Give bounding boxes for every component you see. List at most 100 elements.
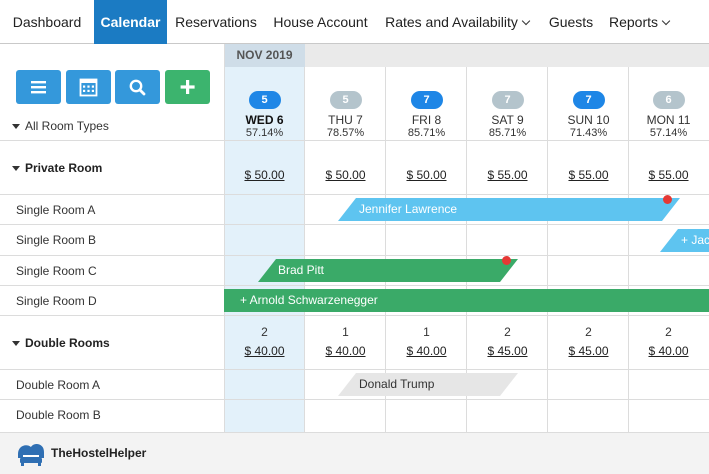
nav-house-account[interactable]: House Account xyxy=(265,0,376,44)
top-navigation: Dashboard Calendar Reservations House Ac… xyxy=(0,0,709,44)
availability-badge: 7 xyxy=(410,91,443,109)
booking-guest-name: + Arnold Schwarzenegger xyxy=(240,293,378,307)
booking-guest-name: Donald Trump xyxy=(359,377,435,391)
rate-price[interactable]: $ 55.00 xyxy=(628,168,709,182)
grid-line xyxy=(0,285,709,286)
grid-line xyxy=(0,140,709,141)
rate-price[interactable]: $ 55.00 xyxy=(467,168,548,182)
calendar-icon xyxy=(79,78,98,97)
grid-line xyxy=(0,369,709,370)
category-double-rooms[interactable]: Double Rooms xyxy=(12,336,110,350)
day-name: THU 7 xyxy=(328,113,363,127)
rate-price[interactable]: $ 50.00 xyxy=(386,168,467,182)
occupancy-percent: 57.14% xyxy=(649,127,688,139)
room-label: Single Room D xyxy=(16,294,97,308)
booking-brad-pitt[interactable]: Brad Pitt xyxy=(258,259,518,282)
availability-badge: 5 xyxy=(248,91,281,109)
availability-badge: 5 xyxy=(329,91,362,109)
grid-line xyxy=(0,224,709,225)
day-name: SUN 10 xyxy=(567,113,610,127)
rate-price[interactable]: $ 45.00 xyxy=(548,344,629,358)
occupancy-percent: 85.71% xyxy=(407,127,446,139)
rate-price[interactable]: $ 40.00 xyxy=(305,344,386,358)
rate-price[interactable]: $ 40.00 xyxy=(628,344,709,358)
rooms-available: 2 xyxy=(261,325,268,339)
occupancy-percent: 57.14% xyxy=(245,127,284,139)
day-header[interactable]: 7 SAT 9 85.71% xyxy=(467,90,548,140)
rate-price[interactable]: $ 50.00 xyxy=(305,168,386,182)
day-name: MON 11 xyxy=(646,113,691,127)
booking-jac[interactable]: + Jac xyxy=(660,229,709,252)
nav-rates-label: Rates and Availability xyxy=(385,14,518,30)
caret-down-icon xyxy=(12,341,20,346)
day-header[interactable]: 7 SUN 10 71.43% xyxy=(548,90,629,140)
room-label: Single Room B xyxy=(16,233,97,247)
month-label: NOV 2019 xyxy=(224,44,305,67)
room-type-filter[interactable]: All Room Types xyxy=(12,119,109,133)
room-label: Single Room C xyxy=(16,264,97,278)
day-name: SAT 9 xyxy=(491,113,524,127)
availability-badge: 6 xyxy=(652,91,685,109)
caret-down-icon xyxy=(12,166,20,171)
day-name: WED 6 xyxy=(245,113,284,127)
booking-guest-name: Brad Pitt xyxy=(278,263,325,277)
nav-calendar[interactable]: Calendar xyxy=(94,0,167,44)
add-booking-button[interactable] xyxy=(165,70,210,104)
booking-jennifer-lawrence[interactable]: Jennifer Lawrence xyxy=(338,198,680,221)
category-label: Private Room xyxy=(25,161,103,175)
day-header[interactable]: 5 THU 7 78.57% xyxy=(305,90,386,140)
day-header[interactable]: 5 WED 6 57.14% xyxy=(224,90,305,140)
rate-price[interactable]: $ 55.00 xyxy=(548,168,629,182)
nav-guests[interactable]: Guests xyxy=(541,0,601,44)
rooms-available: 1 xyxy=(423,325,430,339)
day-name: FRI 8 xyxy=(411,113,442,127)
nav-reservations[interactable]: Reservations xyxy=(167,0,265,44)
search-button[interactable] xyxy=(115,70,160,104)
caret-down-icon xyxy=(12,124,20,129)
availability-badge: 7 xyxy=(491,91,524,109)
booking-guest-name: + Jac xyxy=(681,233,709,247)
brand-name: TheHostelHelper xyxy=(51,446,147,460)
grid-line xyxy=(0,255,709,256)
grid-line xyxy=(0,194,709,195)
occupancy-percent: 71.43% xyxy=(569,127,608,139)
nav-rates-and-availability[interactable]: Rates and Availability xyxy=(376,0,538,44)
hostel-helper-logo-icon xyxy=(18,444,44,466)
room-type-filter-label: All Room Types xyxy=(25,119,109,133)
rate-price[interactable]: $ 45.00 xyxy=(467,344,548,358)
search-icon xyxy=(129,79,146,96)
rooms-available: 2 xyxy=(504,325,511,339)
rate-price[interactable]: $ 40.00 xyxy=(224,344,305,358)
rooms-available: 1 xyxy=(342,325,349,339)
chevron-down-icon xyxy=(661,16,671,26)
category-label: Double Rooms xyxy=(25,336,110,350)
occupancy-percent: 85.71% xyxy=(488,127,527,139)
booking-arnold-schwarzenegger[interactable]: + Arnold Schwarzenegger xyxy=(224,289,709,312)
day-header[interactable]: 6 MON 11 57.14% xyxy=(628,90,709,140)
chevron-down-icon xyxy=(521,16,531,26)
rate-price[interactable]: $ 40.00 xyxy=(386,344,467,358)
room-label: Double Room B xyxy=(16,408,101,422)
booking-alert-dot xyxy=(502,256,511,265)
plus-icon xyxy=(180,80,195,94)
room-label: Double Room A xyxy=(16,378,101,392)
nav-reports[interactable]: Reports xyxy=(601,0,677,44)
occupancy-percent: 78.57% xyxy=(326,127,365,139)
rooms-available: 2 xyxy=(665,325,672,339)
rooms-available: 2 xyxy=(585,325,592,339)
grid-line xyxy=(0,399,709,400)
nav-reports-label: Reports xyxy=(608,14,659,30)
category-private-room[interactable]: Private Room xyxy=(12,161,102,175)
booking-alert-dot xyxy=(663,195,672,204)
list-view-button[interactable] xyxy=(16,70,61,104)
booking-donald-trump[interactable]: Donald Trump xyxy=(338,373,518,396)
rate-price[interactable]: $ 50.00 xyxy=(224,168,305,182)
footer: TheHostelHelper xyxy=(0,432,709,474)
list-icon xyxy=(31,81,46,94)
booking-guest-name: Jennifer Lawrence xyxy=(359,202,458,216)
day-header[interactable]: 7 FRI 8 85.71% xyxy=(386,90,467,140)
room-label: Single Room A xyxy=(16,203,96,217)
grid-line xyxy=(0,315,709,316)
calendar-view-button[interactable] xyxy=(66,70,111,104)
nav-dashboard[interactable]: Dashboard xyxy=(0,0,94,44)
